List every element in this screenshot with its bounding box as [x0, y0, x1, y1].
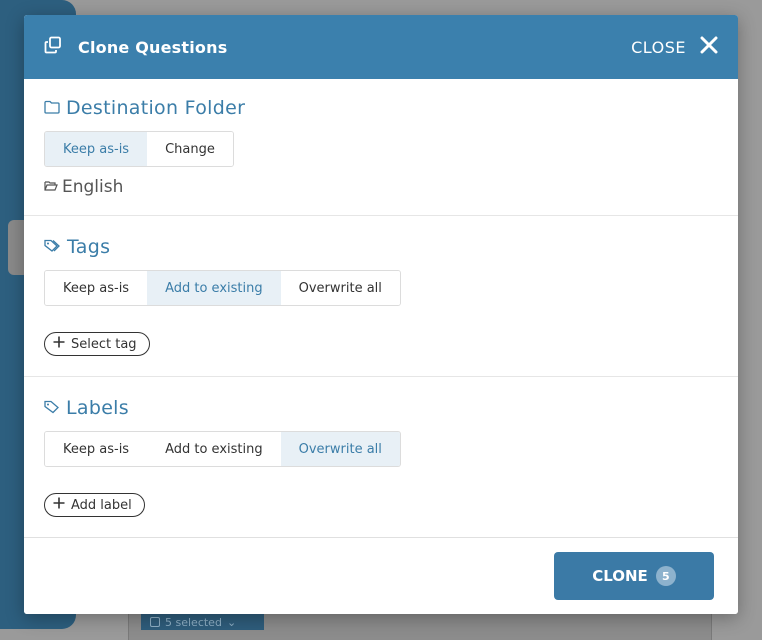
close-icon [700, 36, 718, 58]
close-button[interactable]: CLOSE [631, 36, 718, 58]
modal-header: Clone Questions CLOSE [24, 15, 738, 79]
tags-keep-as-is-option[interactable]: Keep as-is [45, 271, 148, 305]
modal-title: Clone Questions [78, 37, 228, 57]
tags-options: Keep as-is Add to existing Overwrite all [44, 270, 401, 306]
label-icon [44, 397, 60, 419]
add-label-button[interactable]: Add label [44, 493, 145, 517]
tags-overwrite-all-option[interactable]: Overwrite all [280, 271, 400, 305]
destination-folder-options: Keep as-is Change [44, 131, 234, 167]
clone-button[interactable]: CLONE 5 [554, 552, 714, 600]
tags-heading: Tags [44, 236, 718, 258]
labels-keep-as-is-option[interactable]: Keep as-is [45, 432, 148, 466]
clone-label: CLONE [592, 567, 648, 585]
tags-section: Tags Keep as-is Add to existing Overwrit… [24, 216, 738, 377]
destination-folder-section: Destination Folder Keep as-is Change Eng… [24, 79, 738, 216]
selected-count-label: 5 selected [165, 615, 222, 629]
labels-heading: Labels [44, 397, 718, 419]
background-selection-indicator: 5 selected ⌄ [141, 614, 264, 630]
close-label: CLOSE [631, 37, 686, 57]
current-folder-name: English [62, 177, 124, 197]
clone-questions-modal: Clone Questions CLOSE Destination Folder… [24, 15, 738, 614]
labels-add-to-existing-option[interactable]: Add to existing [147, 432, 281, 466]
plus-icon [53, 336, 65, 352]
folder-icon [44, 97, 60, 119]
plus-icon [53, 497, 65, 513]
labels-title: Labels [66, 397, 129, 419]
destination-keep-as-is-option[interactable]: Keep as-is [45, 132, 148, 166]
labels-overwrite-all-option[interactable]: Overwrite all [280, 432, 400, 466]
current-folder: English [44, 177, 718, 197]
select-tag-label: Select tag [71, 336, 137, 352]
labels-section: Labels Keep as-is Add to existing Overwr… [24, 377, 738, 537]
tags-title: Tags [67, 236, 111, 258]
add-label-label: Add label [71, 497, 132, 513]
clone-icon [44, 36, 62, 58]
clone-count-badge: 5 [655, 566, 676, 586]
checkbox-icon [150, 617, 160, 627]
tags-add-to-existing-option[interactable]: Add to existing [147, 271, 281, 305]
folder-open-icon [44, 177, 58, 197]
modal-footer: CLONE 5 [24, 537, 738, 614]
tags-icon [44, 236, 61, 258]
destination-folder-heading: Destination Folder [44, 97, 718, 119]
chevron-down-icon: ⌄ [226, 615, 237, 629]
select-tag-button[interactable]: Select tag [44, 332, 150, 356]
labels-options: Keep as-is Add to existing Overwrite all [44, 431, 401, 467]
destination-change-option[interactable]: Change [147, 132, 233, 166]
destination-folder-title: Destination Folder [66, 97, 246, 119]
